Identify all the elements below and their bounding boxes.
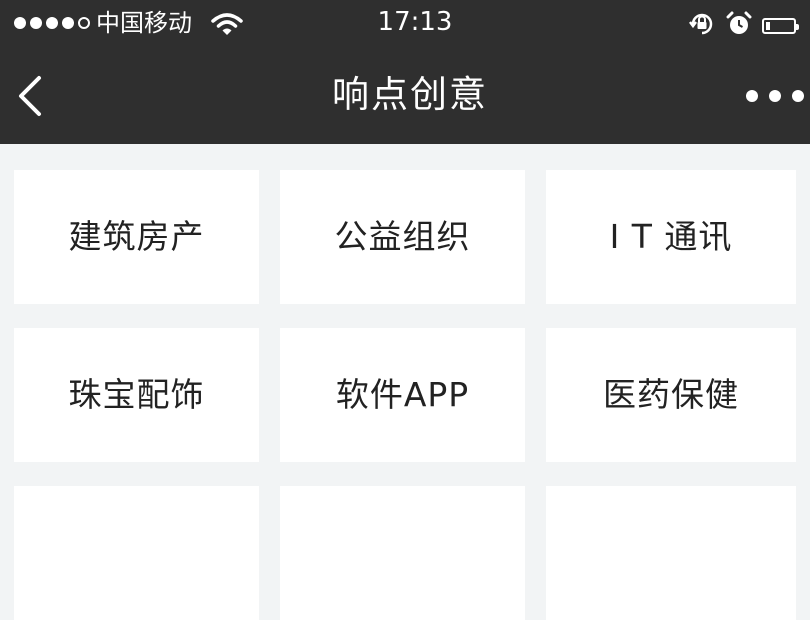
category-tile-jewelry[interactable]: 珠宝配饰 (14, 328, 259, 462)
status-icons (688, 10, 799, 42)
category-label: I T 通讯 (609, 217, 733, 256)
chevron-left-icon (19, 76, 41, 116)
signal-strength-icon (14, 17, 90, 29)
category-tile-software-app[interactable]: 软件APP (280, 328, 525, 462)
category-label: 建筑房产 (68, 217, 205, 256)
category-tile-healthcare[interactable]: 医药保健 (546, 328, 796, 462)
signal-dot-empty (78, 17, 90, 29)
status-time: 17:13 (377, 7, 453, 37)
category-label: 珠宝配饰 (68, 375, 205, 414)
back-button[interactable] (4, 66, 56, 126)
wifi-icon (211, 12, 243, 40)
category-tile[interactable] (546, 486, 796, 620)
category-tile[interactable] (14, 486, 259, 620)
ellipsis-icon (792, 90, 804, 102)
status-bar: 中国移动 17:13 (0, 0, 810, 48)
alarm-clock-icon (726, 11, 752, 41)
ellipsis-icon (769, 90, 781, 102)
category-tile[interactable] (280, 486, 525, 620)
signal-dot (46, 17, 58, 29)
category-label: 软件APP (335, 375, 470, 414)
nav-bar: 响点创意 (0, 48, 810, 144)
more-button[interactable] (746, 76, 804, 116)
category-label: 医药保健 (603, 375, 739, 414)
category-label: 公益组织 (334, 217, 471, 256)
ellipsis-icon (746, 90, 758, 102)
battery-icon (762, 18, 799, 34)
category-tile-real-estate[interactable]: 建筑房产 (14, 170, 259, 304)
orientation-lock-icon (688, 10, 716, 42)
signal-dot (30, 17, 42, 29)
category-grid: 建筑房产 公益组织 I T 通讯 珠宝配饰 软件APP 医药保健 (14, 170, 796, 620)
battery-level (766, 22, 770, 30)
signal-dot (62, 17, 74, 29)
signal-dot (14, 17, 26, 29)
category-tile-it-telecom[interactable]: I T 通讯 (546, 170, 796, 304)
category-tile-nonprofit[interactable]: 公益组织 (280, 170, 525, 304)
page-title: 响点创意 (332, 73, 488, 116)
carrier-name: 中国移动 (96, 9, 192, 37)
